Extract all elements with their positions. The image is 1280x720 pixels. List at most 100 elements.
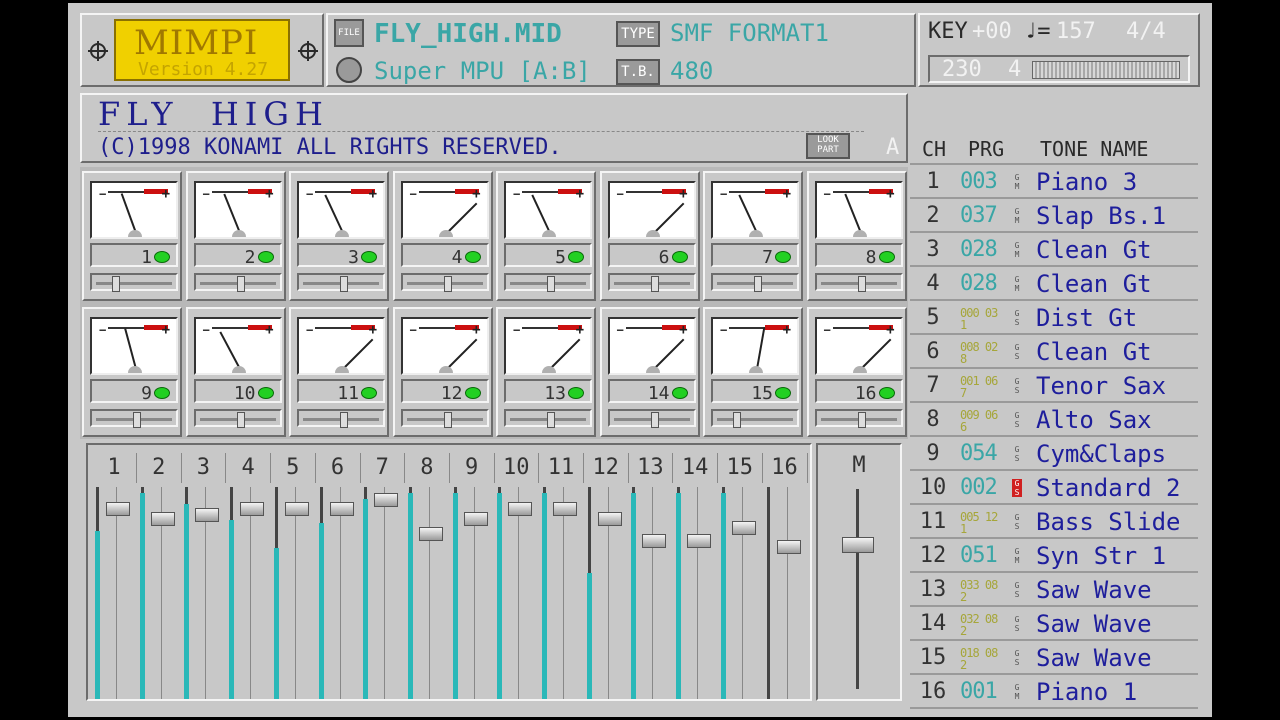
file-icon[interactable]: FILE (334, 19, 364, 47)
channel-led-icon[interactable] (671, 251, 688, 263)
pan-knob[interactable] (857, 276, 866, 292)
tone-list-row[interactable]: 4 028 G M Clean Gt (910, 269, 1198, 301)
pan-slider[interactable] (90, 409, 178, 428)
fader-thumb[interactable] (284, 502, 309, 516)
tone-list-row[interactable]: 16 001 G M Piano 1 (910, 677, 1198, 709)
pan-knob[interactable] (236, 412, 245, 428)
pan-slider[interactable] (193, 273, 282, 292)
tone-list-row[interactable]: 11 005 121 G S Bass Slide (910, 507, 1198, 539)
channel-led-icon[interactable] (257, 387, 274, 399)
channel-led-icon[interactable] (154, 387, 170, 399)
fader-thumb[interactable] (553, 502, 577, 516)
channel-indicator[interactable]: 2 (193, 243, 282, 268)
channel-indicator[interactable]: 5 (504, 243, 592, 268)
fader-thumb[interactable] (776, 540, 801, 554)
pan-knob[interactable] (340, 412, 348, 428)
channel-led-icon[interactable] (361, 387, 377, 399)
pan-knob[interactable] (236, 276, 245, 292)
pan-slider[interactable] (814, 273, 903, 292)
pan-knob[interactable] (754, 276, 762, 292)
pan-slider[interactable] (297, 409, 385, 428)
pan-knob[interactable] (733, 412, 742, 428)
fader-thumb[interactable] (508, 502, 533, 516)
pan-knob[interactable] (547, 276, 555, 292)
channel-led-icon[interactable] (464, 387, 481, 399)
channel-led-icon[interactable] (568, 387, 584, 399)
pan-slider[interactable] (297, 273, 385, 292)
tone-list-row[interactable]: 6 008 028 G S Clean Gt (910, 337, 1198, 369)
channel-indicator[interactable]: 6 (607, 243, 696, 268)
channel-led-icon[interactable] (568, 251, 584, 263)
crosshair-icon-left[interactable] (88, 41, 108, 61)
pan-knob[interactable] (650, 412, 659, 428)
tone-list-row[interactable]: 12 051 G M Syn Str 1 (910, 541, 1198, 573)
pan-slider[interactable] (504, 409, 592, 428)
pan-slider[interactable] (607, 409, 696, 428)
pan-slider[interactable] (400, 409, 489, 428)
pan-slider[interactable] (504, 273, 592, 292)
tone-list-row[interactable]: 3 028 G M Clean Gt (910, 235, 1198, 267)
fader-thumb[interactable] (731, 521, 756, 535)
tone-list-row[interactable]: 14 032 082 G S Saw Wave (910, 609, 1198, 641)
channel-indicator[interactable]: 9 (90, 379, 178, 404)
tone-list-row[interactable]: 2 037 G M Slap Bs.1 (910, 201, 1198, 233)
channel-indicator[interactable]: 1 (90, 243, 178, 268)
pan-slider[interactable] (193, 409, 282, 428)
fader-thumb[interactable] (642, 534, 667, 548)
tone-list-row[interactable]: 10 002 G S Standard 2 (910, 473, 1198, 505)
channel-led-icon[interactable] (671, 387, 688, 399)
channel-indicator[interactable]: 14 (607, 379, 696, 404)
fader-thumb[interactable] (374, 493, 399, 507)
pan-slider[interactable] (400, 273, 489, 292)
fader-thumb[interactable] (240, 502, 265, 516)
tone-list-row[interactable]: 5 000 031 G S Dist Gt (910, 303, 1198, 335)
fader-thumb[interactable] (329, 502, 354, 516)
tone-list-row[interactable]: 13 033 082 G S Saw Wave (910, 575, 1198, 607)
pan-knob[interactable] (340, 276, 348, 292)
fader-thumb[interactable] (463, 512, 488, 526)
look-part-button[interactable]: LOOK PART (806, 133, 850, 159)
tone-list-row[interactable]: 15 018 082 G S Saw Wave (910, 643, 1198, 675)
channel-led-icon[interactable] (775, 251, 791, 263)
channel-led-icon[interactable] (257, 251, 274, 263)
fader-thumb[interactable] (418, 527, 443, 541)
channel-indicator[interactable]: 4 (400, 243, 489, 268)
pan-knob[interactable] (443, 276, 452, 292)
pan-slider[interactable] (814, 409, 903, 428)
fader-thumb[interactable] (597, 512, 622, 526)
channel-led-icon[interactable] (154, 251, 170, 263)
channel-indicator[interactable]: 15 (711, 379, 799, 404)
channel-indicator[interactable]: 13 (504, 379, 592, 404)
tone-list-row[interactable]: 1 003 G M Piano 3 (910, 167, 1198, 199)
pan-knob[interactable] (857, 412, 866, 428)
fader-thumb[interactable] (195, 508, 220, 522)
channel-led-icon[interactable] (878, 251, 895, 263)
fader-thumb[interactable] (150, 512, 175, 526)
tone-list-row[interactable]: 7 001 067 G S Tenor Sax (910, 371, 1198, 403)
channel-led-icon[interactable] (361, 251, 377, 263)
pan-slider[interactable] (711, 409, 799, 428)
pan-knob[interactable] (547, 412, 555, 428)
channel-indicator[interactable]: 16 (814, 379, 903, 404)
fader-thumb[interactable] (687, 534, 712, 548)
channel-indicator[interactable]: 3 (297, 243, 385, 268)
master-fader-thumb[interactable] (842, 537, 874, 553)
tone-list-row[interactable]: 8 009 066 G S Alto Sax (910, 405, 1198, 437)
channel-indicator[interactable]: 12 (400, 379, 489, 404)
pan-knob[interactable] (443, 412, 452, 428)
pan-slider[interactable] (607, 273, 696, 292)
channel-indicator[interactable]: 11 (297, 379, 385, 404)
device-icon[interactable] (336, 57, 362, 83)
channel-indicator[interactable]: 7 (711, 243, 799, 268)
channel-led-icon[interactable] (878, 387, 895, 399)
pan-knob[interactable] (650, 276, 659, 292)
channel-led-icon[interactable] (464, 251, 481, 263)
crosshair-icon-right[interactable] (298, 41, 318, 61)
fader-thumb[interactable] (106, 502, 130, 516)
pan-knob[interactable] (133, 412, 141, 428)
pan-slider[interactable] (711, 273, 799, 292)
pan-knob[interactable] (112, 276, 121, 292)
tone-list-row[interactable]: 9 054 G S Cym&Claps (910, 439, 1198, 471)
pan-slider[interactable] (90, 273, 178, 292)
channel-indicator[interactable]: 8 (814, 243, 903, 268)
